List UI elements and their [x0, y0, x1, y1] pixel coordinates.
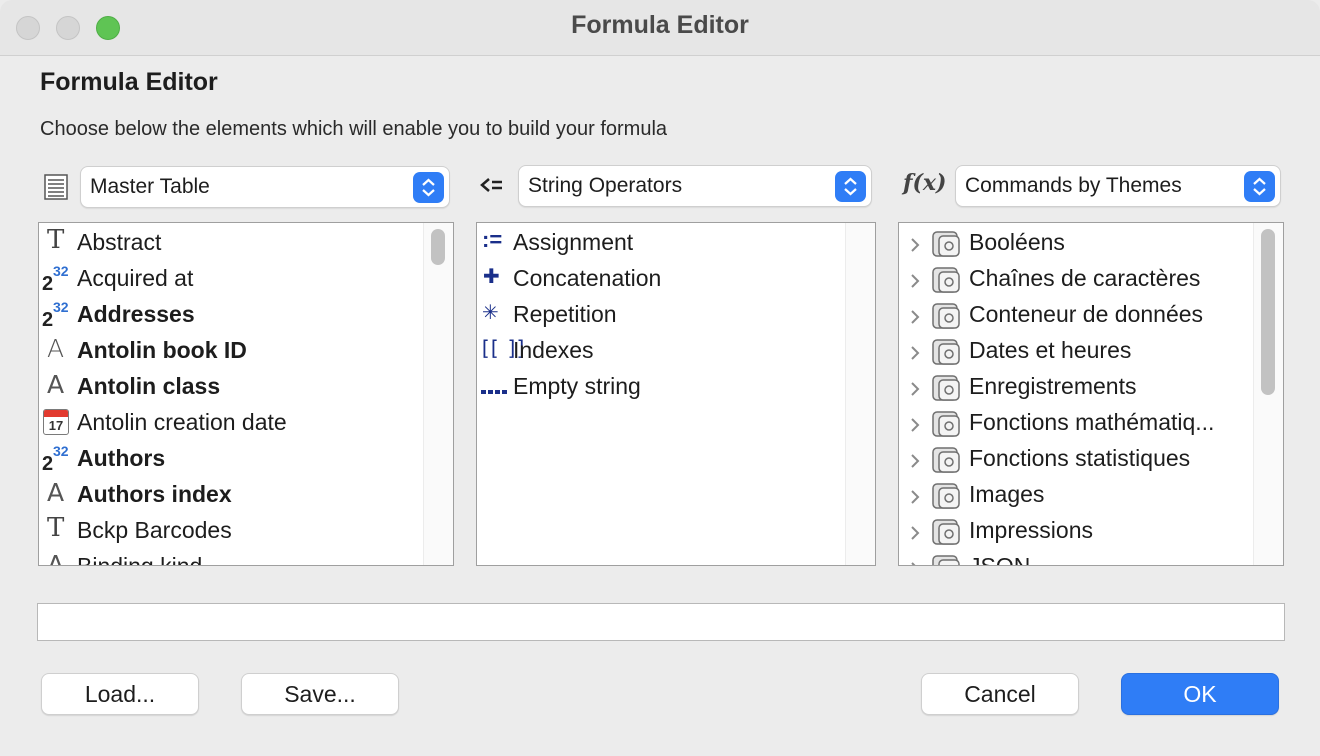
disclosure-chevron-icon[interactable]	[909, 449, 921, 476]
alpha-field-icon: A	[47, 370, 65, 399]
fields-scrollbar[interactable]	[423, 223, 453, 565]
commands-selector-chevrons-icon	[1244, 171, 1275, 202]
command-theme-icon	[931, 337, 963, 373]
disclosure-chevron-icon[interactable]	[909, 341, 921, 368]
alpha-field-icon: A	[47, 478, 65, 507]
commands-list[interactable]: Booléens Chaînes de caractères Conteneur d…	[898, 222, 1284, 566]
list-item[interactable]: Images	[899, 477, 1253, 513]
list-item[interactable]: ✚ Concatenation	[477, 261, 845, 297]
operators-selector-chevrons-icon	[835, 171, 866, 202]
list-item[interactable]: Fonctions mathématiq...	[899, 405, 1253, 441]
disclosure-chevron-icon[interactable]	[909, 485, 921, 512]
list-item[interactable]: := Assignment	[477, 225, 845, 261]
empty-string-icon	[481, 375, 507, 394]
disclosure-chevron-icon[interactable]	[909, 557, 921, 565]
command-theme-icon	[931, 301, 963, 337]
table-selector-value: Master Table	[90, 175, 210, 198]
integer-field-icon: 2 32	[42, 299, 69, 331]
list-item[interactable]: T Bckp Barcodes	[39, 513, 423, 549]
commands-scroll-thumb[interactable]	[1261, 229, 1275, 395]
date-field-icon: 17	[43, 409, 69, 435]
list-item[interactable]: JSON	[899, 549, 1253, 565]
list-item[interactable]: 2 32 Acquired at	[39, 261, 423, 297]
fields-list[interactable]: T Abstract 2 32 Acquired at 2 32 Address…	[38, 222, 454, 566]
table-selector-chevrons-icon	[413, 172, 444, 203]
command-theme-icon	[931, 553, 963, 565]
command-theme-icon	[931, 445, 963, 481]
formula-input[interactable]	[37, 603, 1285, 641]
list-item[interactable]: Booléens	[899, 225, 1253, 261]
cancel-button[interactable]: Cancel	[921, 673, 1079, 715]
commands-selector-value: Commands by Themes	[965, 174, 1182, 197]
integer-field-icon: 2 32	[42, 443, 69, 475]
list-item[interactable]: Conteneur de données	[899, 297, 1253, 333]
command-theme-icon	[931, 409, 963, 445]
list-item[interactable]: ✳ Repetition	[477, 297, 845, 333]
formula-editor-window: Formula Editor Formula Editor Choose bel…	[0, 0, 1320, 756]
save-button[interactable]: Save...	[241, 673, 399, 715]
list-item[interactable]: Enregistrements	[899, 369, 1253, 405]
load-button[interactable]: Load...	[41, 673, 199, 715]
operators-selector-value: String Operators	[528, 174, 683, 197]
operators-list[interactable]: := Assignment ✚ Concatenation ✳ Repetiti…	[476, 222, 876, 566]
text-field-icon: T	[47, 225, 65, 255]
asterisk-icon: ✳	[482, 300, 499, 324]
alpha-field-icon: A	[47, 334, 65, 363]
disclosure-chevron-icon[interactable]	[909, 521, 921, 548]
list-item[interactable]: Chaînes de caractères	[899, 261, 1253, 297]
commands-selector[interactable]: Commands by Themes	[955, 165, 1281, 207]
alpha-field-icon: A	[47, 550, 65, 566]
dialog-heading: Formula Editor	[40, 68, 218, 96]
list-item[interactable]: A Binding kind	[39, 549, 423, 566]
assign-operator-icon	[480, 176, 504, 199]
list-item[interactable]: 17 Antolin creation date	[39, 405, 423, 441]
list-item[interactable]: [[ ]] Indexes	[477, 333, 845, 369]
window-title: Formula Editor	[571, 11, 749, 39]
assignment-icon: :=	[482, 227, 503, 252]
list-item[interactable]: A Antolin class	[39, 369, 423, 405]
table-icon	[44, 174, 68, 205]
text-field-icon: T	[47, 513, 65, 543]
dialog-subtitle: Choose below the elements which will ena…	[40, 118, 668, 140]
disclosure-chevron-icon[interactable]	[909, 233, 921, 260]
list-item[interactable]: Fonctions statistiques	[899, 441, 1253, 477]
list-item[interactable]: Dates et heures	[899, 333, 1253, 369]
disclosure-chevron-icon[interactable]	[909, 413, 921, 440]
ok-button[interactable]: OK	[1121, 673, 1279, 715]
plus-icon: ✚	[483, 264, 500, 288]
command-theme-icon	[931, 229, 963, 265]
command-theme-icon	[931, 517, 963, 553]
list-item[interactable]: 2 32 Addresses	[39, 297, 423, 333]
list-item[interactable]: 2 32 Authors	[39, 441, 423, 477]
list-item[interactable]: Impressions	[899, 513, 1253, 549]
list-item[interactable]: A Antolin book ID	[39, 333, 423, 369]
function-fx-icon: f(x)	[903, 170, 947, 196]
list-item[interactable]: T Abstract	[39, 225, 423, 261]
operators-selector[interactable]: String Operators	[518, 165, 872, 207]
operators-scrollbar[interactable]	[845, 223, 875, 565]
command-theme-icon	[931, 481, 963, 517]
list-item[interactable]: Empty string	[477, 369, 845, 405]
list-item[interactable]: A Authors index	[39, 477, 423, 513]
disclosure-chevron-icon[interactable]	[909, 269, 921, 296]
fields-scroll-thumb[interactable]	[431, 229, 445, 265]
command-theme-icon	[931, 373, 963, 409]
title-bar: Formula Editor	[0, 0, 1320, 56]
command-theme-icon	[931, 265, 963, 301]
table-selector[interactable]: Master Table	[80, 166, 450, 208]
disclosure-chevron-icon[interactable]	[909, 305, 921, 332]
integer-field-icon: 2 32	[42, 263, 69, 295]
disclosure-chevron-icon[interactable]	[909, 377, 921, 404]
commands-scrollbar[interactable]	[1253, 223, 1283, 565]
